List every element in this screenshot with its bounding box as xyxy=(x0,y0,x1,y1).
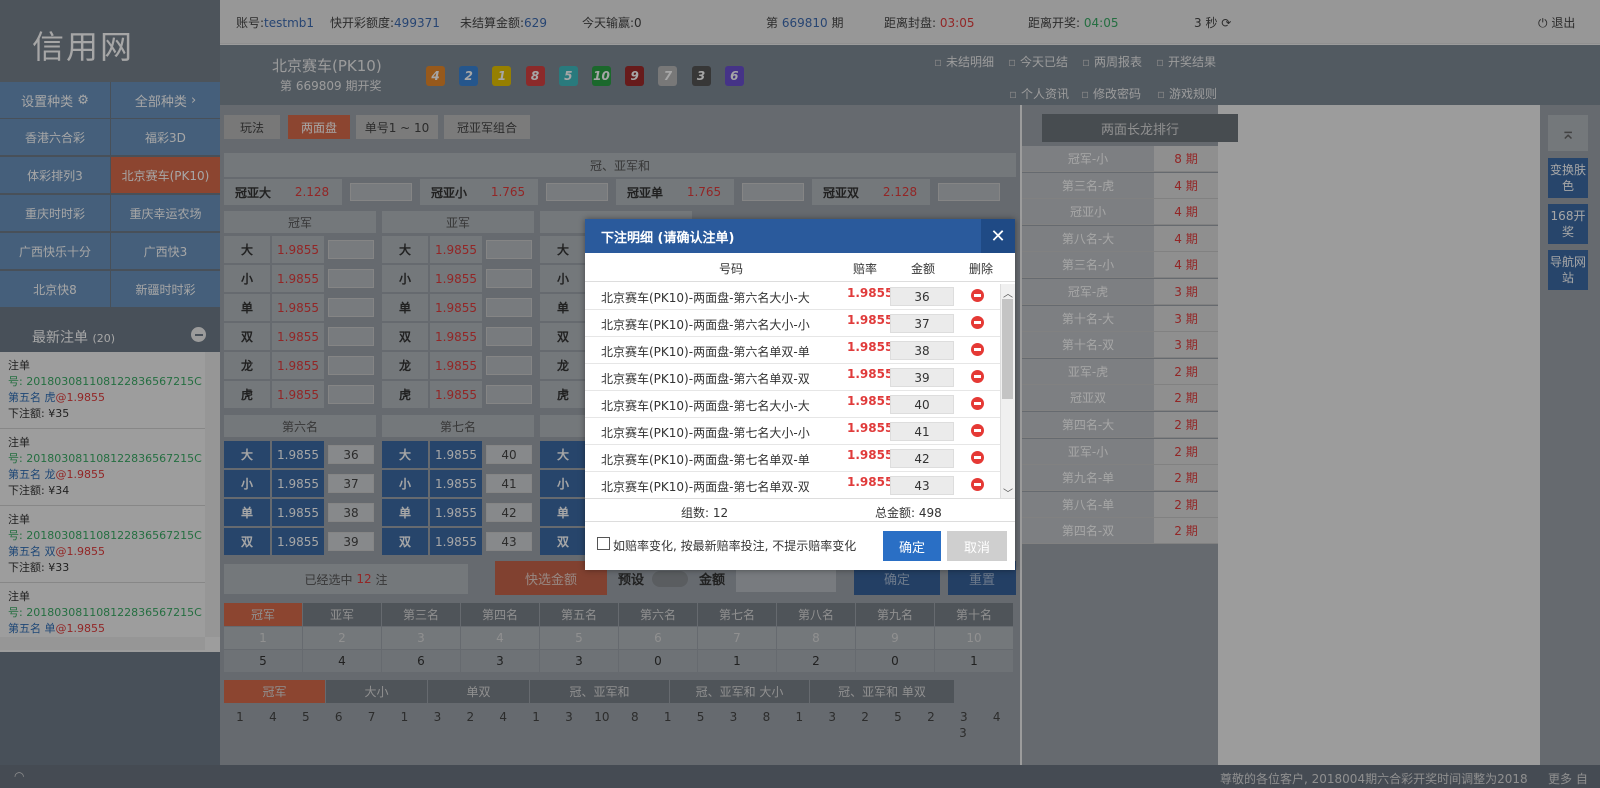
delete-icon[interactable] xyxy=(971,397,984,410)
col-odds: 赔率 xyxy=(853,262,878,276)
bet-odds: 1.9855 xyxy=(847,367,894,381)
modal-scroll-thumb[interactable] xyxy=(1002,299,1013,399)
modal-bet-row: 北京赛车(PK10)-两面盘-第七名单双-单 1.9855 42 xyxy=(585,445,1000,472)
bet-amount-input[interactable]: 40 xyxy=(890,395,954,414)
count-info: 组数: 12 xyxy=(681,504,728,521)
modal-summary: 组数: 12 总金额: 498 xyxy=(585,498,1015,522)
bet-amount-input[interactable]: 37 xyxy=(890,314,954,333)
close-icon[interactable]: ✕ xyxy=(981,219,1015,253)
modal-footer: 如赔率变化, 按最新赔率投注, 不提示赔率变化 确定 取消 xyxy=(585,522,1015,570)
bet-name: 北京赛车(PK10)-两面盘-第六名大小-小 xyxy=(601,318,810,332)
col-delete: 删除 xyxy=(969,262,994,276)
count-value: 12 xyxy=(712,506,729,520)
modal-bet-row: 北京赛车(PK10)-两面盘-第七名单双-双 1.9855 43 xyxy=(585,472,1000,498)
modal-bet-list[interactable]: 北京赛车(PK10)-两面盘-第六名大小-大 1.9855 36 北京赛车(PK10)… xyxy=(585,283,1000,498)
modal-bet-row: 北京赛车(PK10)-两面盘-第六名大小-小 1.9855 37 xyxy=(585,310,1000,337)
modal-title: 下注明细 (请确认注单) xyxy=(601,230,735,246)
modal-cancel-button[interactable]: 取消 xyxy=(947,531,1007,561)
bet-name: 北京赛车(PK10)-两面盘-第七名单双-双 xyxy=(601,480,810,494)
bet-amount-input[interactable]: 43 xyxy=(890,476,954,495)
bet-odds: 1.9855 xyxy=(847,421,894,435)
modal-bet-row: 北京赛车(PK10)-两面盘-第六名单双-双 1.9855 39 xyxy=(585,364,1000,391)
modal-bet-row: 北京赛车(PK10)-两面盘-第七名大小-小 1.9855 41 xyxy=(585,418,1000,445)
delete-icon[interactable] xyxy=(971,451,984,464)
bet-odds: 1.9855 xyxy=(847,475,894,489)
total-value: 498 xyxy=(918,506,942,520)
modal-bet-row: 北京赛车(PK10)-两面盘-第七名大小-大 1.9855 40 xyxy=(585,391,1000,418)
modal-bet-row: 北京赛车(PK10)-两面盘-第六名单双-单 1.9855 38 xyxy=(585,337,1000,364)
bet-name: 北京赛车(PK10)-两面盘-第七名单双-单 xyxy=(601,453,810,467)
bet-name: 北京赛车(PK10)-两面盘-第七名大小-大 xyxy=(601,399,810,413)
bet-name: 北京赛车(PK10)-两面盘-第六名单双-双 xyxy=(601,372,810,386)
bet-amount-input[interactable]: 38 xyxy=(890,341,954,360)
bet-amount-input[interactable]: 36 xyxy=(890,287,954,306)
modal-bet-row: 北京赛车(PK10)-两面盘-第六名大小-大 1.9855 36 xyxy=(585,283,1000,310)
col-number: 号码 xyxy=(719,262,744,276)
delete-icon[interactable] xyxy=(971,343,984,356)
delete-icon[interactable] xyxy=(971,478,984,491)
modal-ok-button[interactable]: 确定 xyxy=(883,531,941,561)
bet-amount-input[interactable]: 39 xyxy=(890,368,954,387)
bet-odds: 1.9855 xyxy=(847,448,894,462)
bet-name: 北京赛车(PK10)-两面盘-第六名单双-单 xyxy=(601,345,810,359)
bet-amount-input[interactable]: 42 xyxy=(890,449,954,468)
bet-odds: 1.9855 xyxy=(847,313,894,327)
total-label: 总金额: xyxy=(875,506,916,520)
bet-odds: 1.9855 xyxy=(847,394,894,408)
bet-odds: 1.9855 xyxy=(847,340,894,354)
delete-icon[interactable] xyxy=(971,424,984,437)
total-info: 总金额: 498 xyxy=(875,504,942,521)
scroll-up-icon[interactable]: ︿ xyxy=(1003,285,1013,300)
delete-icon[interactable] xyxy=(971,370,984,383)
modal-column-header: 号码 赔率 金额 删除 xyxy=(585,253,1015,282)
bet-name: 北京赛车(PK10)-两面盘-第七名大小-小 xyxy=(601,426,810,440)
bet-confirm-modal: 下注明细 (请确认注单) ✕ 号码 赔率 金额 删除 北京赛车(PK10)-两面… xyxy=(585,219,1015,570)
odds-change-label: 如赔率变化, 按最新赔率投注, 不提示赔率变化 xyxy=(613,539,857,553)
col-amount: 金额 xyxy=(911,262,936,276)
count-label: 组数: xyxy=(681,506,710,520)
bet-name: 北京赛车(PK10)-两面盘-第六名大小-大 xyxy=(601,291,810,305)
bet-amount-input[interactable]: 41 xyxy=(890,422,954,441)
delete-icon[interactable] xyxy=(971,289,984,302)
modal-header: 下注明细 (请确认注单) xyxy=(585,219,1015,253)
odds-change-checkbox[interactable] xyxy=(597,537,610,550)
delete-icon[interactable] xyxy=(971,316,984,329)
bet-odds: 1.9855 xyxy=(847,286,894,300)
